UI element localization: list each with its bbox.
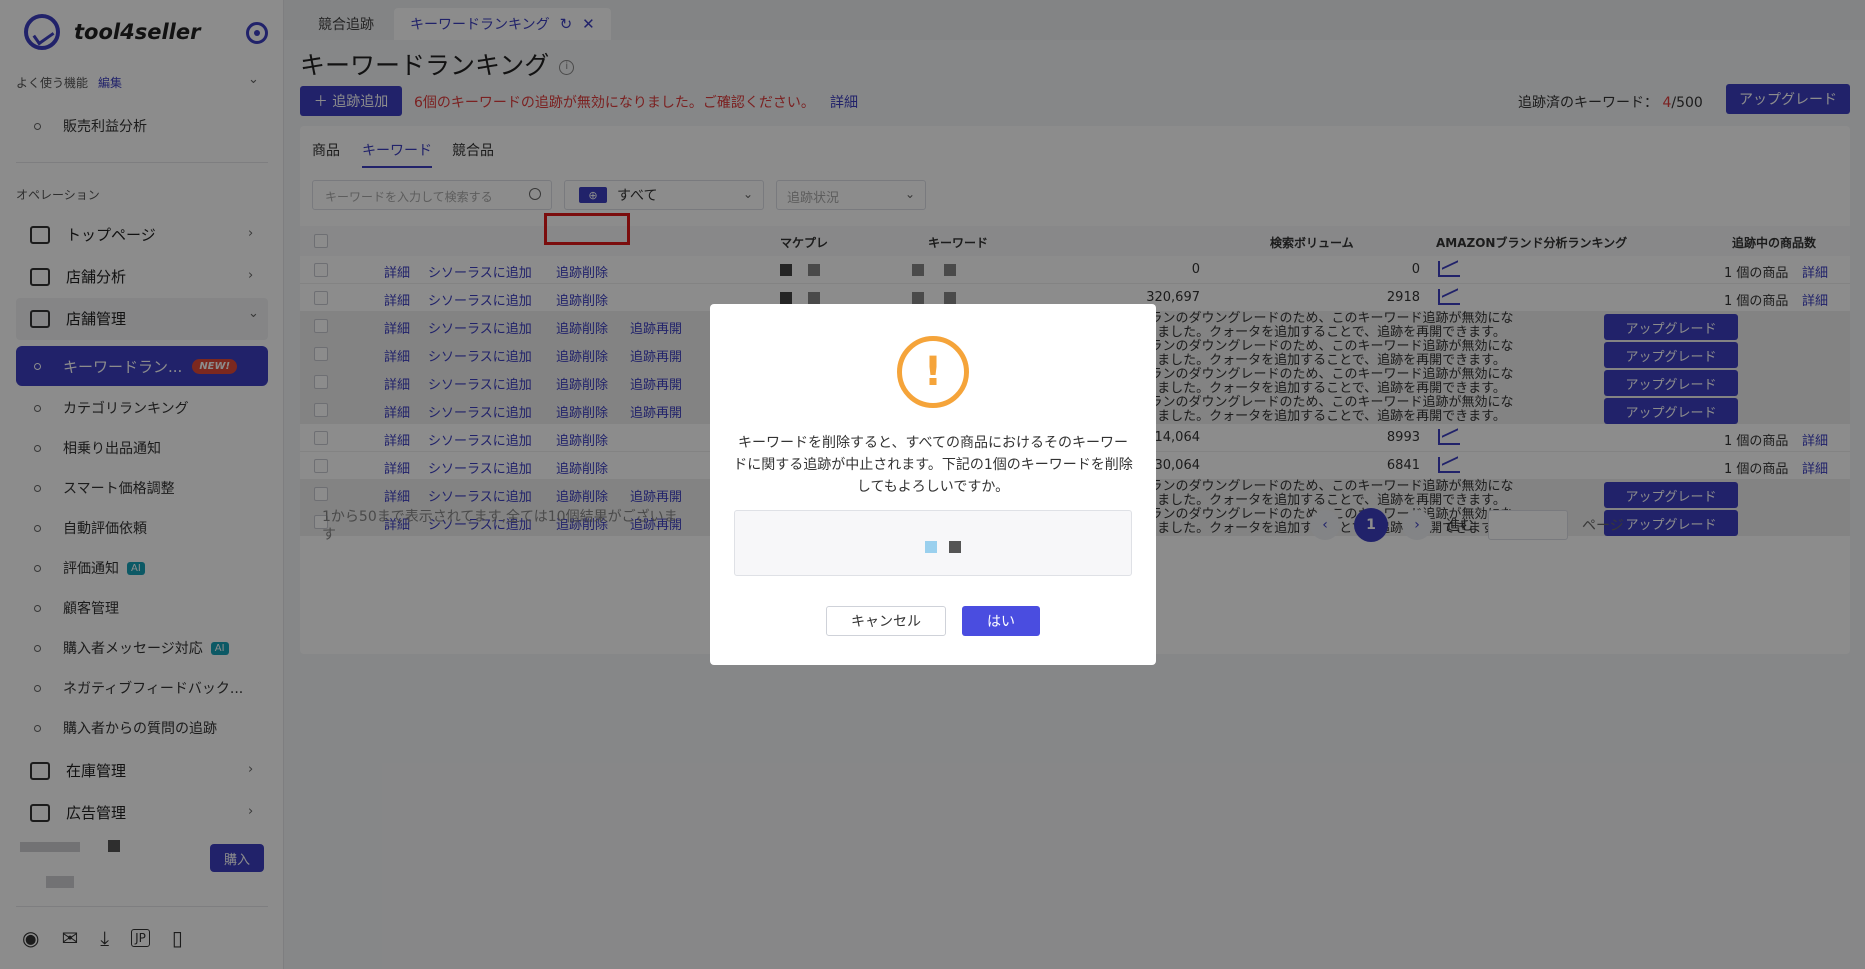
keyword-preview-box <box>734 510 1132 576</box>
cancel-button[interactable]: キャンセル <box>826 606 946 636</box>
redacted-keyword <box>925 541 937 553</box>
confirm-button[interactable]: はい <box>962 606 1040 636</box>
warning-icon: ! <box>897 336 969 408</box>
redacted-keyword <box>949 541 961 553</box>
dialog-message: キーワードを削除すると、すべての商品におけるそのキーワードに関する追跡が中止され… <box>733 435 1133 495</box>
delete-confirm-dialog: ! キーワードを削除すると、すべての商品におけるそのキーワードに関する追跡が中止… <box>710 304 1156 665</box>
